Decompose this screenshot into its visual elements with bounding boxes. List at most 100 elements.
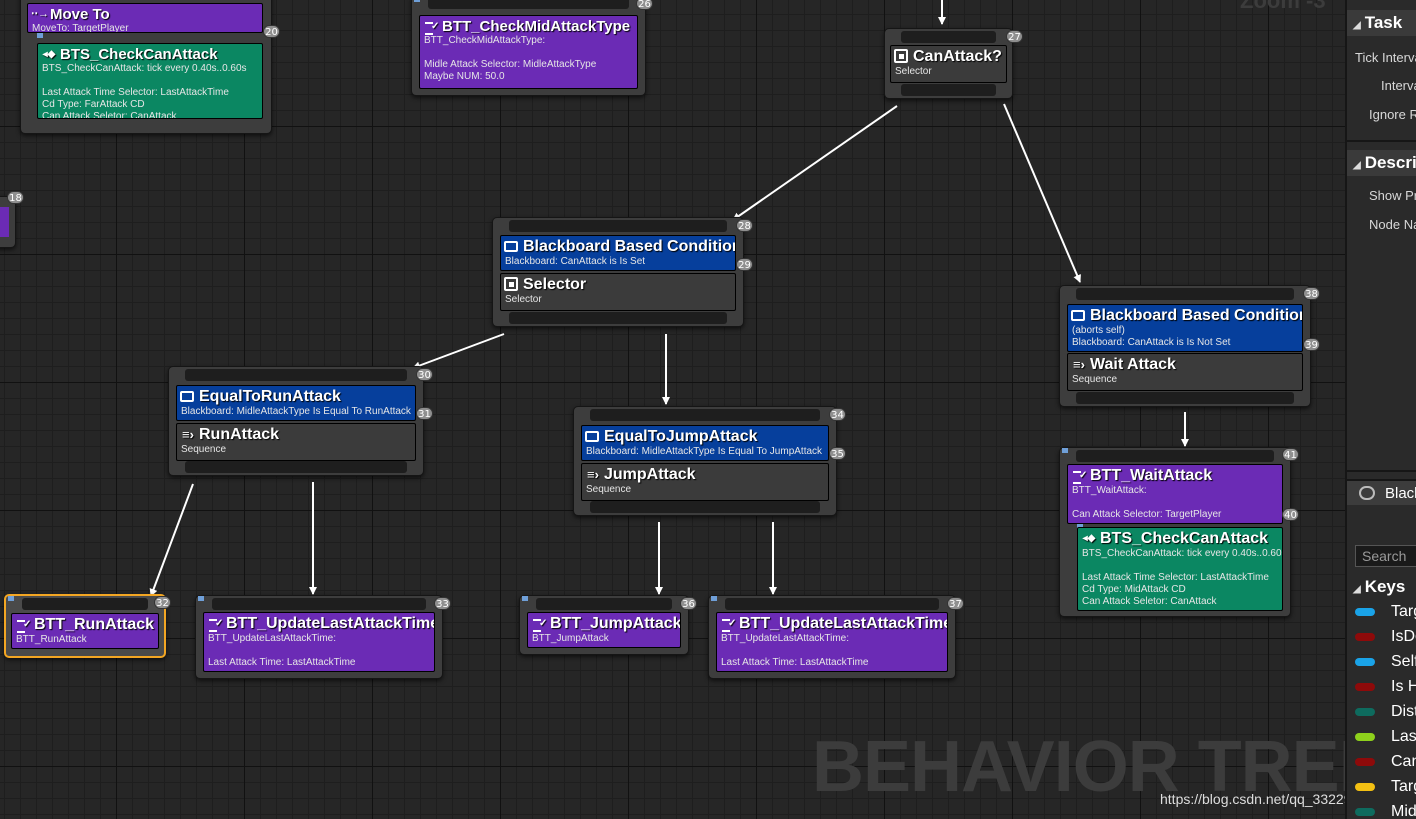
- node-index-badge: 30: [416, 368, 433, 381]
- task-card[interactable]: BTT_CheckMidAttackType BTT_CheckMidAttac…: [419, 15, 638, 89]
- composite-card[interactable]: CanAttack? Selector: [890, 45, 1007, 83]
- output-pin[interactable]: [185, 461, 407, 473]
- output-pin[interactable]: [509, 312, 727, 324]
- node-index-badge: 20: [263, 25, 280, 38]
- tick-interval-row[interactable]: Tick Interval: [1355, 50, 1416, 65]
- key-label: IsDead: [1391, 628, 1416, 645]
- node-equal-to-jump-attack[interactable]: 34 EqualToJumpAttack Blackboard: MidleAt…: [573, 406, 846, 516]
- service-line-5: Can Attack Seletor: CanAttack: [42, 111, 177, 119]
- task-icon: [207, 616, 223, 632]
- node-update-last-attack-time-2[interactable]: 37 BTT_UpdateLastAttackTime BTT_UpdateLa…: [708, 595, 964, 679]
- task-card[interactable]: BTT_RunAttack BTT_RunAttack: [11, 613, 159, 649]
- decorator-card[interactable]: Blackboard Based Condition (aborts self)…: [1067, 304, 1303, 352]
- composite-card[interactable]: Wait Attack Sequence: [1067, 353, 1303, 391]
- blackboard-key-item[interactable]: CanAttack: [1347, 753, 1416, 775]
- output-pin[interactable]: [1076, 392, 1294, 404]
- output-pin[interactable]: [590, 501, 820, 513]
- decorator-card[interactable]: EqualToRunAttack Blackboard: MidleAttack…: [176, 385, 416, 421]
- composite-subtitle: Selector: [505, 294, 542, 305]
- task-card[interactable]: BTT_JumpAttack BTT_JumpAttack: [527, 612, 681, 648]
- blackboard-key-item[interactable]: Target: [1347, 603, 1416, 625]
- key-type-pill-icon: [1355, 633, 1375, 641]
- blackboard-tab[interactable]: Blackboard: [1347, 479, 1416, 505]
- node-index-badge: 34: [829, 408, 846, 421]
- composite-card[interactable]: JumpAttack Sequence: [581, 463, 829, 501]
- url-overlay: https://blog.csdn.net/qq_33229537: [1160, 791, 1345, 807]
- blackboard-key-item[interactable]: SelfActor: [1347, 653, 1416, 675]
- zoom-level: Zoom -3: [1240, 0, 1326, 13]
- node-can-attack-selector[interactable]: 27 CanAttack? Selector: [884, 28, 1023, 99]
- service-line-5: Can Attack Seletor: CanAttack: [1082, 596, 1217, 607]
- input-pin[interactable]: [212, 598, 426, 610]
- task-card[interactable]: BTT_UpdateLastAttackTime BTT_UpdateLastA…: [716, 612, 948, 672]
- service-line-2: [38, 75, 262, 87]
- blackboard-key-item[interactable]: IsDead: [1347, 628, 1416, 650]
- collapse-arrow-icon: ◢: [1353, 584, 1361, 595]
- blackboard-key-item[interactable]: TargetLocation: [1347, 778, 1416, 800]
- decorator-index-badge: 31: [416, 407, 433, 420]
- input-pin[interactable]: [428, 0, 629, 9]
- node-bb-condition-selector[interactable]: 28 Blackboard Based Condition Blackboard…: [492, 217, 753, 327]
- task-card[interactable]: BTT_UpdateLastAttackTime BTT_UpdateLastA…: [203, 612, 435, 672]
- composite-card[interactable]: Selector Selector: [500, 273, 736, 311]
- decorator-card[interactable]: EqualToJumpAttack Blackboard: MidleAttac…: [581, 425, 829, 461]
- behavior-tree-graph[interactable]: Zoom -3 ⋅⋅→ Move To MoveTo: TargetPlayer …: [0, 0, 1345, 819]
- input-pin[interactable]: [725, 598, 939, 610]
- node-index-badge: 26: [636, 0, 653, 10]
- service-line-4: Cd Type: MidAttack CD: [1082, 584, 1186, 595]
- task-card[interactable]: BTT_WaitAttack BTT_WaitAttack: Can Attac…: [1067, 464, 1283, 524]
- input-pin[interactable]: [1076, 450, 1274, 462]
- input-pin[interactable]: [590, 409, 820, 421]
- input-pin[interactable]: [509, 220, 727, 232]
- show-property-row[interactable]: Show Pr: [1369, 188, 1416, 203]
- interval-row[interactable]: Interval: [1381, 78, 1416, 93]
- input-pin[interactable]: [901, 31, 996, 43]
- composite-card[interactable]: RunAttack Sequence: [176, 423, 416, 461]
- node-move-to[interactable]: ⋅⋅→Move To MoveTo: TargetPlayer 20 BTS_C…: [20, 0, 280, 134]
- node-name-row[interactable]: Node Na: [1369, 217, 1416, 232]
- node-wait-attack[interactable]: 41 BTT_WaitAttack BTT_WaitAttack: Can At…: [1059, 447, 1299, 617]
- keys-section-header[interactable]: ◢ Keys: [1347, 574, 1416, 600]
- ignore-row[interactable]: Ignore R: [1369, 107, 1416, 122]
- decorator-title: Blackboard Based Condition: [1090, 307, 1303, 324]
- blackboard-key-item[interactable]: MidleAttackType: [1347, 803, 1416, 819]
- composite-subtitle: Sequence: [586, 484, 632, 495]
- decorator-title: Blackboard Based Condition: [523, 238, 736, 255]
- node-run-attack[interactable]: BTT_RunAttack BTT_RunAttack: [4, 594, 166, 658]
- blackboard-key-item[interactable]: LastAttackTime: [1347, 728, 1416, 750]
- input-pin[interactable]: [185, 369, 407, 381]
- service-check-can-attack-top[interactable]: BTS_CheckCanAttack BTS_CheckCanAttack: t…: [37, 43, 263, 119]
- output-pin[interactable]: [901, 84, 996, 96]
- input-pin[interactable]: [1076, 288, 1294, 300]
- task-icon: [720, 616, 736, 632]
- task-subtitle: BTT_RunAttack: [16, 634, 87, 645]
- selector-icon: [504, 277, 518, 291]
- service-line-2: [1078, 560, 1282, 572]
- decorator-card[interactable]: Blackboard Based Condition Blackboard: C…: [500, 235, 736, 271]
- move-to-card[interactable]: ⋅⋅→ Move To MoveTo: TargetPlayer: [27, 3, 263, 33]
- task-icon: [1071, 468, 1087, 484]
- blackboard-key-item[interactable]: Is Hit: [1347, 678, 1416, 700]
- task-section-header[interactable]: ◢ Task: [1347, 10, 1416, 36]
- blackboard-key-item[interactable]: Distance: [1347, 703, 1416, 725]
- service-icon: [41, 47, 57, 62]
- key-type-pill-icon: [1355, 683, 1375, 691]
- input-pin[interactable]: [536, 598, 672, 610]
- node-equal-to-run-attack[interactable]: 30 EqualToRunAttack Blackboard: MidleAtt…: [168, 366, 433, 476]
- node-check-mid-attack-type[interactable]: 26 BTT_CheckMidAttackType BTT_CheckMidAt…: [411, 0, 653, 96]
- key-type-pill-icon: [1355, 708, 1375, 716]
- blackboard-search-input[interactable]: Search: [1355, 545, 1416, 567]
- node-bb-condition-wait-attack[interactable]: 38 Blackboard Based Condition (aborts se…: [1059, 285, 1320, 407]
- input-pin[interactable]: [22, 598, 148, 610]
- node-jump-attack[interactable]: 36 BTT_JumpAttack BTT_JumpAttack: [519, 595, 697, 655]
- move-to-subtitle: MoveTo: TargetPlayer: [32, 23, 129, 33]
- node-update-last-attack-time-1[interactable]: 33 BTT_UpdateLastAttackTime BTT_UpdateLa…: [195, 595, 451, 679]
- key-type-pill-icon: [1355, 733, 1375, 741]
- service-line-4: Cd Type: FarAttack CD: [42, 99, 145, 110]
- decorator-subtitle: Blackboard: MidleAttackType Is Equal To …: [586, 446, 823, 457]
- task-subtitle: BTT_WaitAttack:: [1072, 485, 1147, 496]
- description-section-header[interactable]: ◢Description: [1347, 150, 1416, 176]
- collapse-arrow-icon: ◢: [1353, 20, 1361, 31]
- task-subtitle: BTT_JumpAttack: [532, 633, 609, 644]
- service-check-can-attack[interactable]: BTS_CheckCanAttack BTS_CheckCanAttack: t…: [1077, 527, 1283, 611]
